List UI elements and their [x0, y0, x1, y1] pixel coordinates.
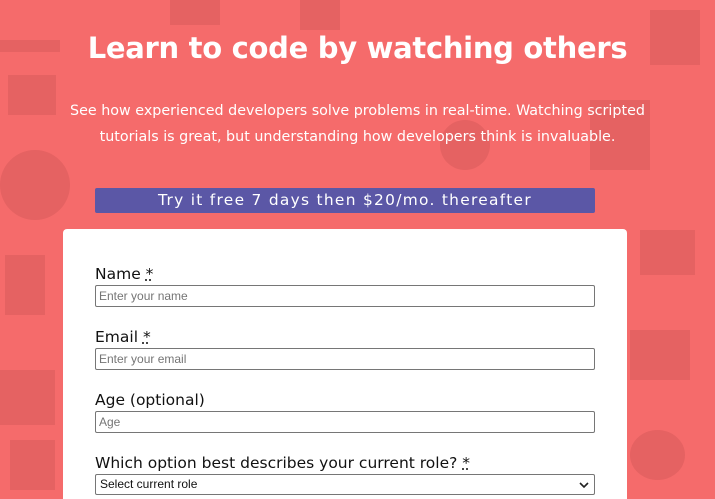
name-label-text: Name [95, 265, 141, 283]
bg-shape [300, 0, 340, 30]
email-input[interactable] [95, 348, 595, 370]
role-label-text: Which option best describes your current… [95, 454, 458, 472]
signup-form: Name * Email * Age (optional) Which opti… [63, 229, 627, 499]
bg-shape [8, 75, 56, 115]
age-field-group: Age (optional) [95, 389, 595, 433]
required-marker: * [142, 328, 151, 346]
hero-subtitle: See how experienced developers solve pro… [70, 103, 645, 145]
role-select[interactable]: Select current role [95, 474, 595, 495]
bg-shape [640, 230, 695, 275]
email-label-text: Email [95, 328, 139, 346]
role-select-value: Select current role [100, 477, 198, 491]
age-input[interactable] [95, 411, 595, 433]
bg-shape [630, 330, 690, 380]
age-label: Age (optional) [95, 391, 205, 409]
bg-shape [0, 370, 55, 425]
bg-shape [10, 440, 55, 490]
bg-shape [170, 0, 220, 25]
chevron-down-icon [579, 482, 589, 489]
name-input[interactable] [95, 285, 595, 307]
bg-shape [0, 150, 70, 220]
email-field-group: Email * [95, 326, 595, 370]
email-label: Email * [95, 326, 595, 348]
required-marker: * [462, 454, 471, 472]
name-label: Name * [95, 263, 595, 285]
name-field-group: Name * [95, 263, 595, 307]
page-title: Learn to code by watching others [87, 31, 628, 65]
required-marker: * [145, 265, 154, 283]
role-field-group: Which option best describes your current… [95, 452, 595, 495]
trial-banner: Try it free 7 days then $20/mo. thereaft… [95, 188, 595, 213]
bg-shape [630, 430, 685, 480]
role-label: Which option best describes your current… [95, 452, 595, 474]
bg-shape [5, 255, 45, 315]
